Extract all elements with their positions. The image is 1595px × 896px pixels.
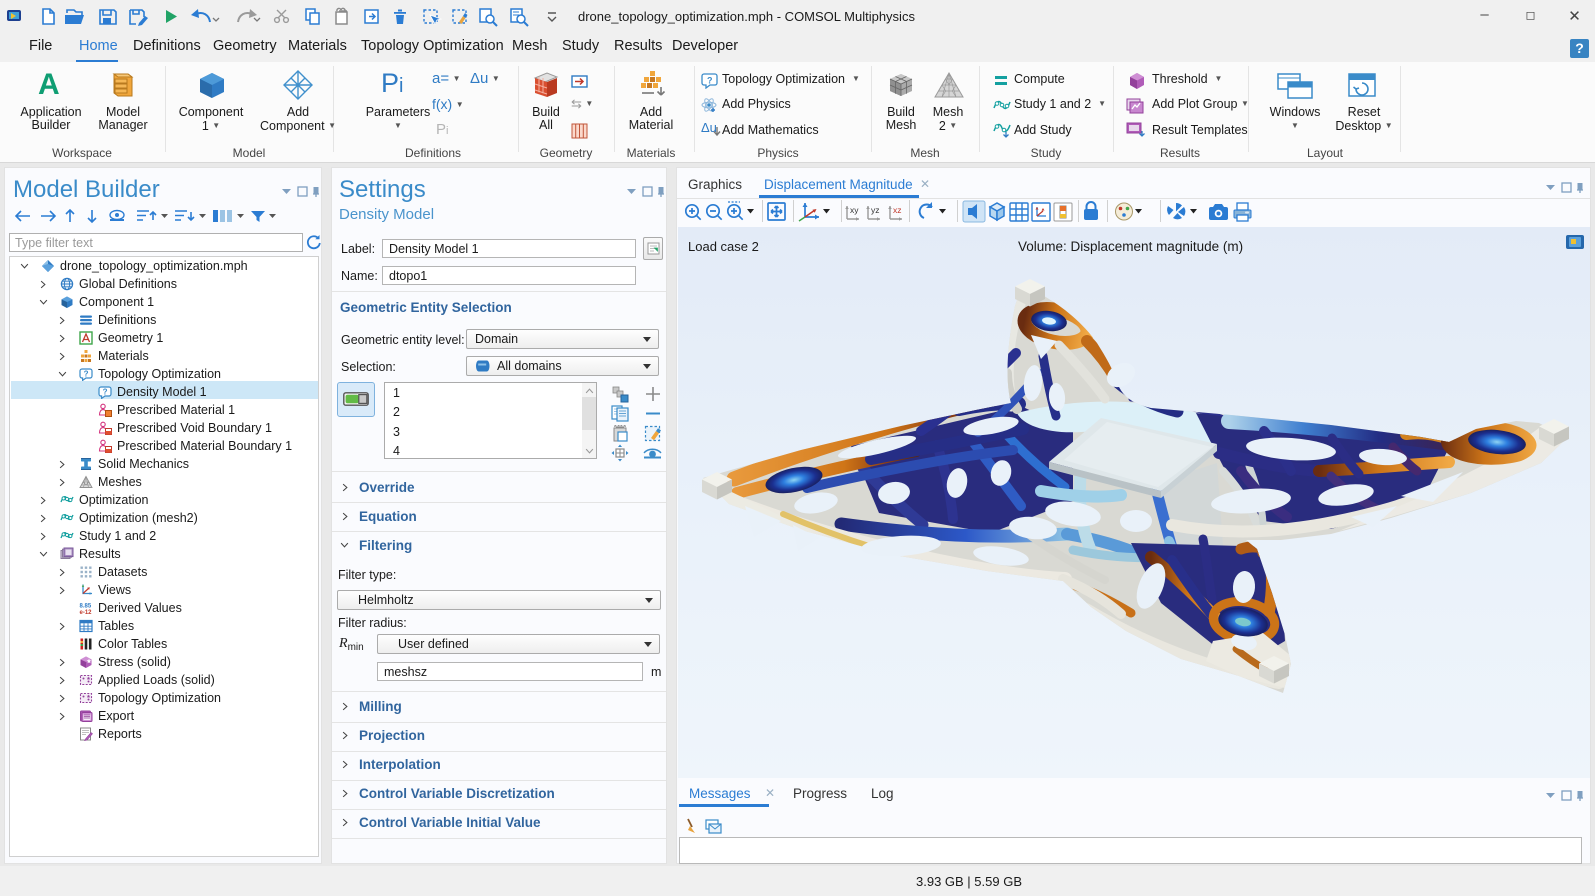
- svg-text:xy: xy: [850, 205, 859, 215]
- svg-text:yz: yz: [871, 205, 880, 215]
- svg-text:?: ?: [707, 76, 713, 86]
- svg-text:xz: xz: [893, 205, 902, 215]
